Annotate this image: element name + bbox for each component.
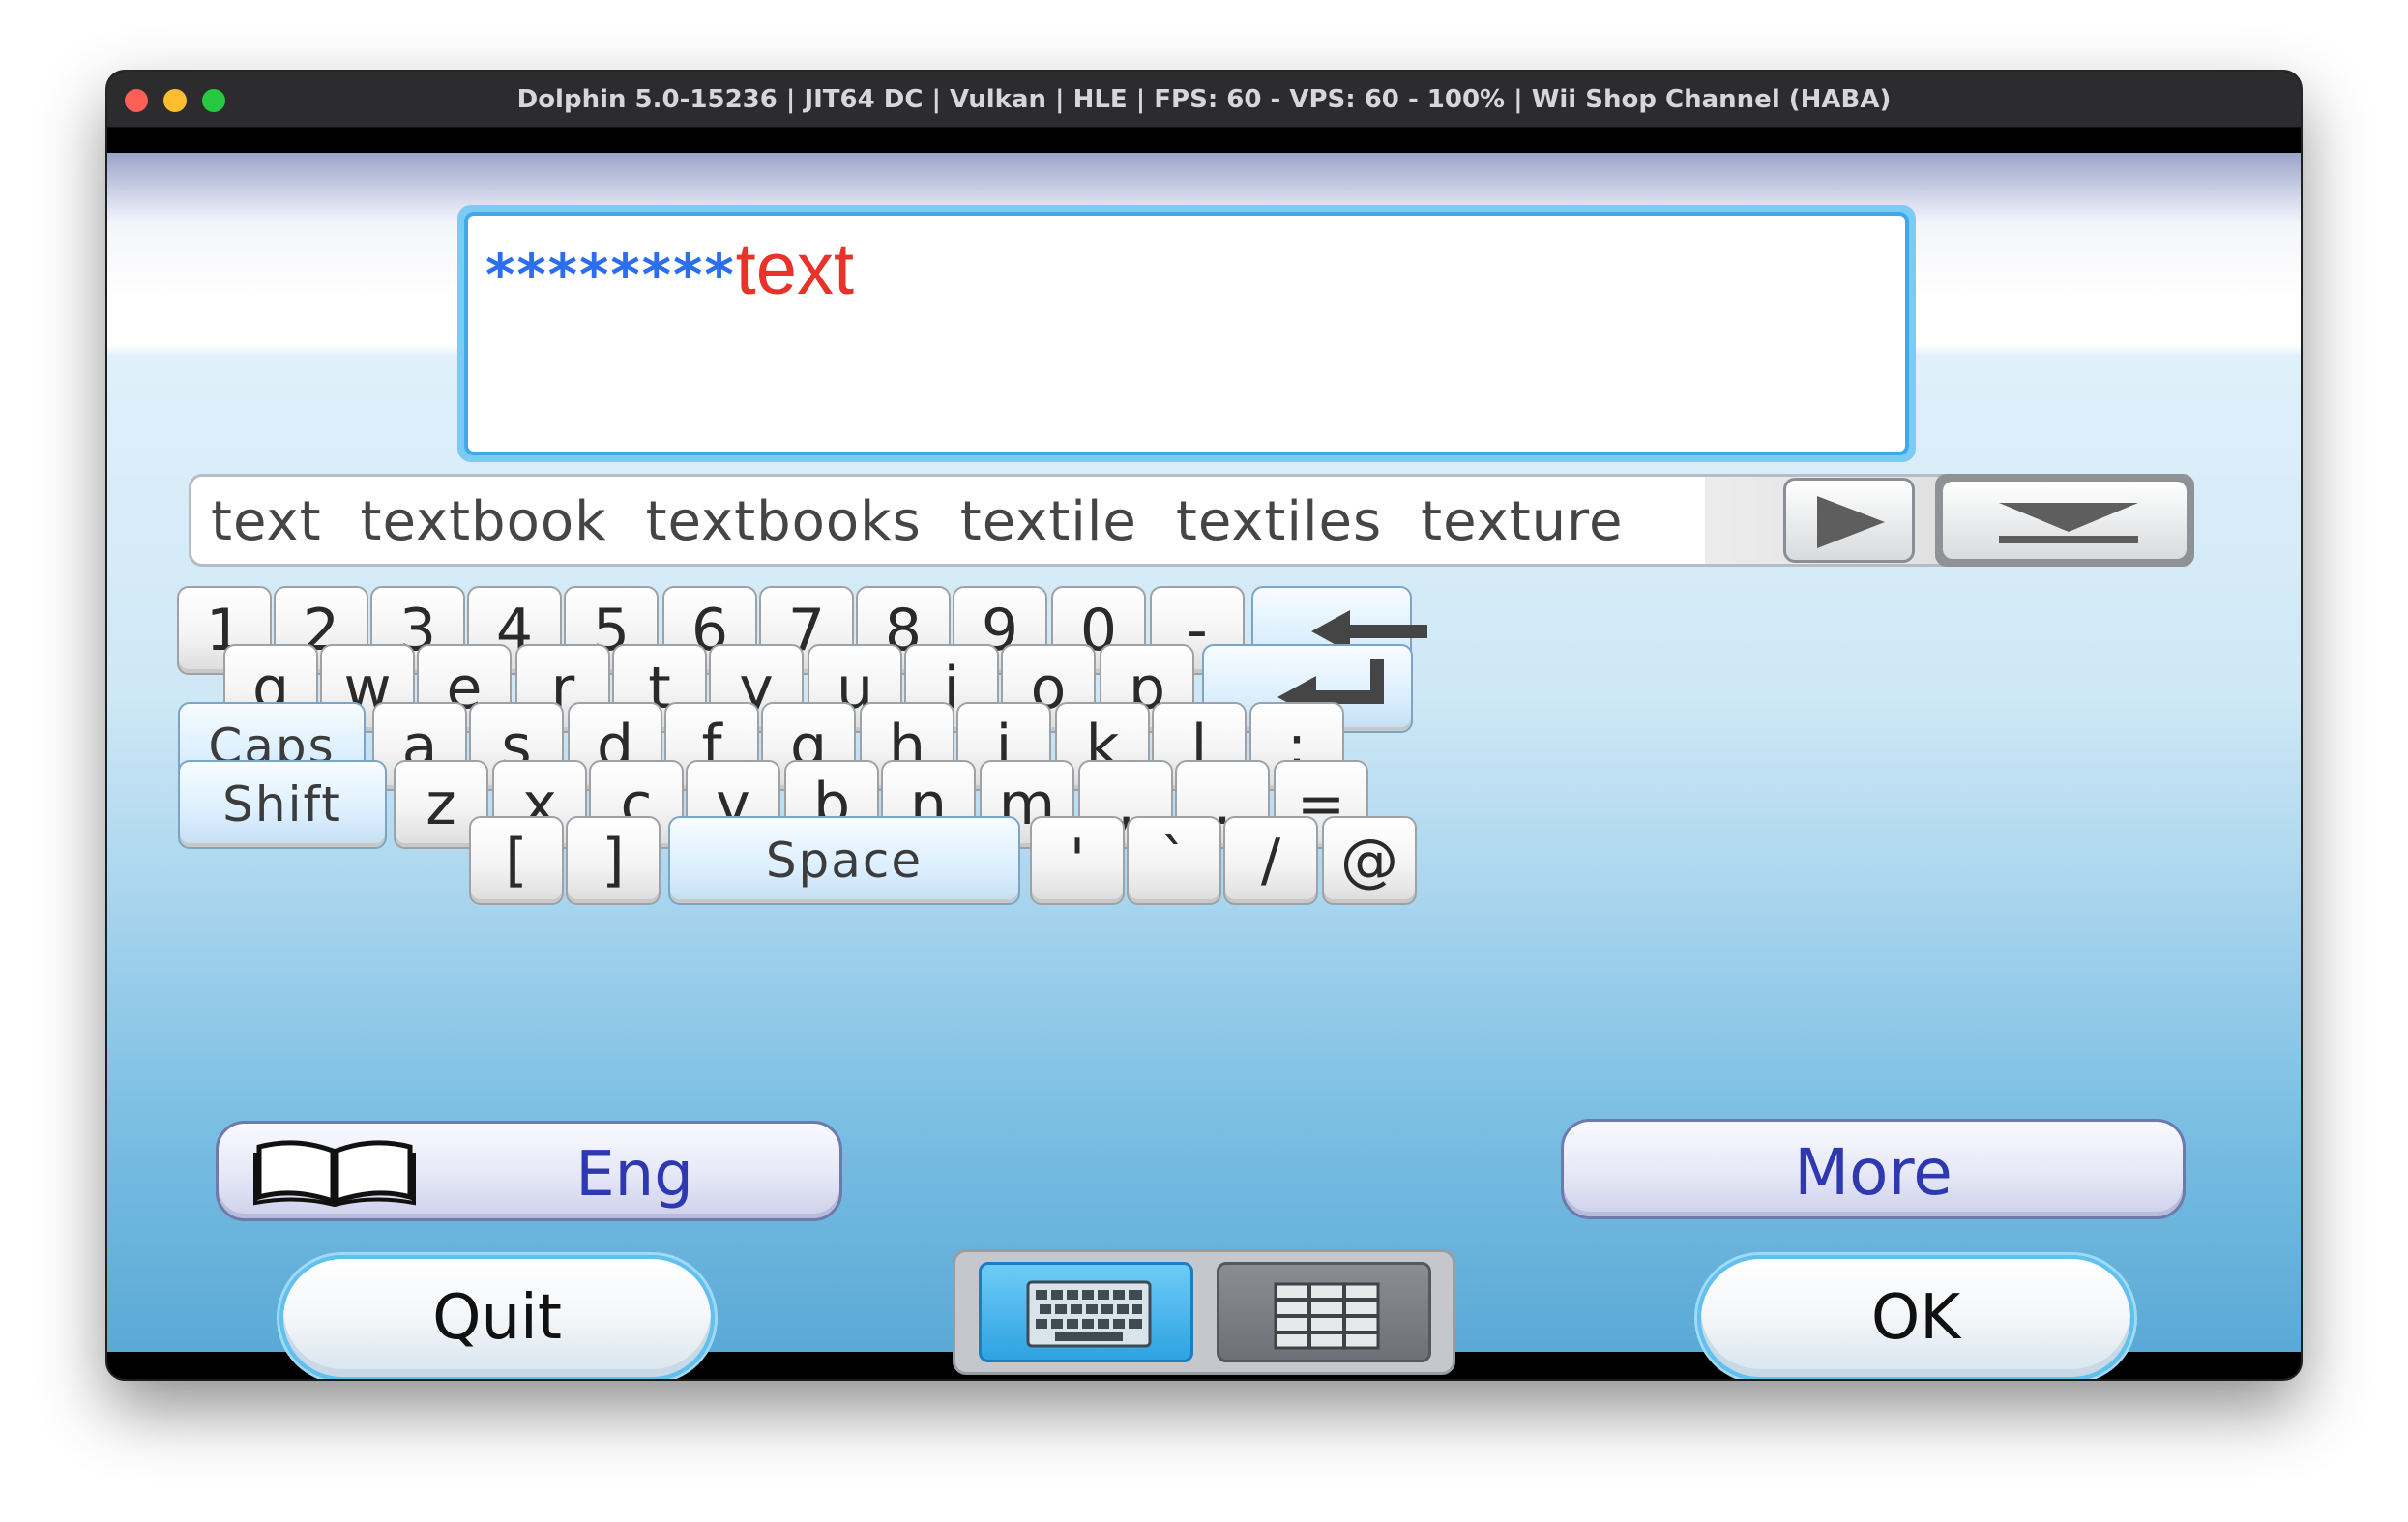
key-left-bracket[interactable]: [ [469,816,564,905]
suggestion-item[interactable]: text [211,490,322,553]
quit-button[interactable]: Quit [279,1255,715,1379]
key-right-bracket[interactable]: ] [566,816,661,905]
typed-text: ********text [485,227,854,311]
key-slash[interactable]: / [1223,816,1318,905]
title-bar: Dolphin 5.0-15236 | JIT64 DC | Vulkan | … [107,72,2301,128]
language-button[interactable]: Eng [216,1121,842,1221]
game-screen: ********text text textbook textbooks tex… [107,153,2301,1379]
emulator-window: Dolphin 5.0-15236 | JIT64 DC | Vulkan | … [107,72,2301,1379]
text-input-field[interactable]: ********text [464,212,1909,455]
suggestion-item[interactable]: textile [960,490,1137,553]
grid-mode-button[interactable] [1217,1262,1431,1362]
keyboard-mode-button[interactable] [979,1262,1193,1362]
suggestion-list: text textbook textbooks textile textiles… [211,490,1623,553]
more-label: More [1794,1135,1953,1210]
suggestion-item[interactable]: textbooks [646,490,922,553]
collapse-down-icon [1999,503,2138,532]
grid-icon [1274,1282,1380,1350]
keyboard-icon [1026,1280,1152,1348]
space-key[interactable]: Space [668,816,1020,905]
suggestion-item[interactable]: textiles [1176,490,1382,553]
play-arrow-icon [1817,496,1885,548]
more-button[interactable]: More [1561,1119,2186,1219]
ok-button[interactable]: OK [1697,1255,2134,1379]
collapse-button-face [1943,482,2187,559]
shift-key[interactable]: Shift [178,760,387,849]
backspace-arrow-shaft [1340,625,1427,638]
suggestion-item[interactable]: texture [1421,490,1623,553]
next-suggestions-button[interactable] [1783,478,1915,563]
collapse-suggestions-button[interactable] [1935,474,2194,567]
key-backtick[interactable]: ` [1127,816,1221,905]
suggestion-item[interactable]: textbook [361,490,607,553]
masked-characters: ******** [485,242,736,307]
keyboard-mode-switch [953,1249,1455,1375]
open-book-icon [253,1140,416,1207]
language-label: Eng [575,1139,693,1211]
key-at[interactable]: @ [1322,816,1417,905]
collapse-bar-icon [1999,536,2138,543]
suggestion-bar: text textbook textbooks textile textiles… [189,474,1982,567]
text-input-frame[interactable]: ********text [457,205,1916,462]
window-title: Dolphin 5.0-15236 | JIT64 DC | Vulkan | … [516,85,1892,114]
key-apostrophe[interactable]: ' [1030,816,1125,905]
composing-text: text [735,228,855,310]
